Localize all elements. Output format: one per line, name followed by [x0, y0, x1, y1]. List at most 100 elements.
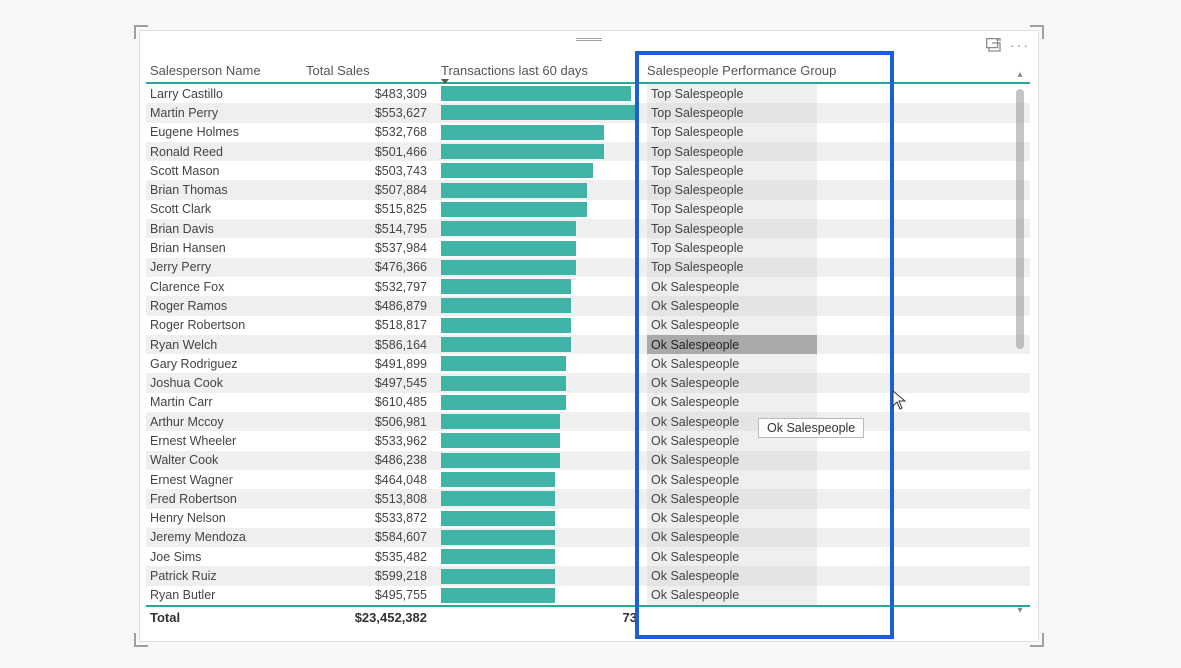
table-header-row: Salesperson Name Total Sales Transaction…: [146, 63, 1030, 84]
cell-transactions-bar: [441, 373, 641, 392]
scroll-down-icon[interactable]: ▾: [1016, 605, 1024, 613]
table-row[interactable]: Clarence Fox$532,797Ok Salespeople: [146, 277, 1030, 296]
table-row[interactable]: Larry Castillo$483,309Top Salespeople: [146, 84, 1030, 103]
cell-salesperson-name: Martin Carr: [146, 395, 306, 409]
table-visual[interactable]: ··· Salesperson Name Total Sales Transac…: [139, 30, 1039, 642]
resize-handle-tr[interactable]: [1030, 25, 1044, 39]
table-row[interactable]: Gary Rodriguez$491,899Ok Salespeople: [146, 354, 1030, 373]
cell-total-sales: $518,817: [306, 318, 441, 332]
focus-mode-icon[interactable]: [986, 38, 1002, 52]
cell-transactions-bar: [441, 528, 641, 547]
cell-salesperson-name: Larry Castillo: [146, 87, 306, 101]
cell-total-sales: $610,485: [306, 395, 441, 409]
more-options-icon[interactable]: ···: [1010, 37, 1030, 53]
cell-performance-group: Top Salespeople: [647, 219, 817, 238]
resize-handle-tl[interactable]: [134, 25, 148, 39]
cell-transactions-bar: [441, 123, 641, 142]
cell-transactions-bar: [441, 431, 641, 450]
table-row[interactable]: Ernest Wagner$464,048Ok Salespeople: [146, 470, 1030, 489]
table-row[interactable]: Brian Davis$514,795Top Salespeople: [146, 219, 1030, 238]
cell-transactions-bar: [441, 219, 641, 238]
col-header-sales[interactable]: Total Sales: [306, 63, 441, 78]
data-bar: [441, 549, 555, 564]
cell-salesperson-name: Arthur Mccoy: [146, 415, 306, 429]
cell-performance-group: Top Salespeople: [647, 180, 817, 199]
table-row[interactable]: Eugene Holmes$532,768Top Salespeople: [146, 123, 1030, 142]
table-row[interactable]: Ryan Butler$495,755Ok Salespeople: [146, 586, 1030, 605]
table-row[interactable]: Walter Cook$486,238Ok Salespeople: [146, 451, 1030, 470]
table-row[interactable]: Scott Clark$515,825Top Salespeople: [146, 200, 1030, 219]
table-row[interactable]: Joshua Cook$497,545 Ok Salespeople: [146, 373, 1030, 392]
data-bar: [441, 86, 631, 101]
data-bar: [441, 376, 566, 391]
data-bar: [441, 472, 555, 487]
cell-total-sales: $497,545: [306, 376, 441, 390]
table-row[interactable]: Roger Ramos$486,879Ok Salespeople: [146, 296, 1030, 315]
table-row[interactable]: Jeremy Mendoza$584,607Ok Salespeople: [146, 528, 1030, 547]
col-header-transactions[interactable]: Transactions last 60 days: [441, 63, 641, 78]
cell-tooltip: Ok Salespeople: [758, 418, 864, 438]
data-bar: [441, 356, 566, 371]
cell-total-sales: $513,808: [306, 492, 441, 506]
data-bar: [441, 530, 555, 545]
cell-performance-group: Ok Salespeople: [647, 509, 817, 528]
cell-transactions-bar: [441, 180, 641, 199]
cell-transactions-bar: [441, 316, 641, 335]
cell-total-sales: $486,879: [306, 299, 441, 313]
resize-handle-br[interactable]: [1030, 633, 1044, 647]
cell-total-sales: $491,899: [306, 357, 441, 371]
cell-total-sales: $535,482: [306, 550, 441, 564]
cell-salesperson-name: Ryan Butler: [146, 588, 306, 602]
cell-salesperson-name: Joshua Cook: [146, 376, 306, 390]
scroll-up-icon[interactable]: ▴: [1016, 69, 1024, 77]
visual-drag-handle[interactable]: [576, 37, 602, 43]
table-row[interactable]: Martin Perry$553,627Top Salespeople: [146, 103, 1030, 122]
resize-handle-bl[interactable]: [134, 633, 148, 647]
table-row[interactable]: Fred Robertson$513,808Ok Salespeople: [146, 489, 1030, 508]
table-row[interactable]: Brian Thomas$507,884Top Salespeople: [146, 180, 1030, 199]
table-row[interactable]: Joe Sims$535,482Ok Salespeople: [146, 547, 1030, 566]
data-bar: [441, 279, 571, 294]
vertical-scrollbar[interactable]: ▴ ▾: [1016, 69, 1024, 613]
cell-transactions-bar: [441, 393, 641, 412]
cell-total-sales: $464,048: [306, 473, 441, 487]
table-row[interactable]: Ernest Wheeler$533,962Ok Salespeople: [146, 431, 1030, 450]
cell-salesperson-name: Brian Hansen: [146, 241, 306, 255]
table-row[interactable]: Brian Hansen$537,984Top Salespeople: [146, 238, 1030, 257]
cell-transactions-bar: [441, 161, 641, 180]
cell-performance-group: Top Salespeople: [647, 123, 817, 142]
table-row[interactable]: Ronald Reed$501,466Top Salespeople: [146, 142, 1030, 161]
cell-salesperson-name: Fred Robertson: [146, 492, 306, 506]
cell-salesperson-name: Ernest Wagner: [146, 473, 306, 487]
table-row[interactable]: Arthur Mccoy$506,981Ok Salespeople: [146, 412, 1030, 431]
table-row[interactable]: Scott Mason$503,743Top Salespeople: [146, 161, 1030, 180]
table-row[interactable]: Henry Nelson$533,872Ok Salespeople: [146, 509, 1030, 528]
scroll-thumb[interactable]: [1016, 89, 1024, 349]
table-row[interactable]: Jerry Perry$476,366Top Salespeople: [146, 258, 1030, 277]
table-row[interactable]: Roger Robertson$518,817Ok Salespeople: [146, 316, 1030, 335]
col-header-group[interactable]: Salespeople Performance Group: [641, 63, 881, 78]
cell-total-sales: $483,309: [306, 87, 441, 101]
total-sales: $23,452,382: [306, 610, 441, 625]
cell-salesperson-name: Jerry Perry: [146, 260, 306, 274]
cell-performance-group: Ok Salespeople: [647, 373, 817, 392]
table-row[interactable]: Martin Carr$610,485Ok Salespeople: [146, 393, 1030, 412]
cell-total-sales: $584,607: [306, 530, 441, 544]
cell-transactions-bar: [441, 547, 641, 566]
cell-total-sales: $514,795: [306, 222, 441, 236]
cell-performance-group: Ok Salespeople: [647, 277, 817, 296]
cell-transactions-bar: [441, 566, 641, 585]
cell-total-sales: $537,984: [306, 241, 441, 255]
table-row[interactable]: Patrick Ruiz$599,218Ok Salespeople: [146, 566, 1030, 585]
table-row[interactable]: Ryan Welch$586,164Ok Salespeople: [146, 335, 1030, 354]
cell-performance-group: Top Salespeople: [647, 142, 817, 161]
cell-transactions-bar: [441, 200, 641, 219]
total-trans: 73: [441, 607, 641, 627]
table-body: Larry Castillo$483,309Top SalespeopleMar…: [146, 84, 1030, 605]
table-container: Salesperson Name Total Sales Transaction…: [146, 63, 1030, 635]
col-header-name[interactable]: Salesperson Name: [146, 63, 306, 78]
data-bar: [441, 318, 571, 333]
cell-salesperson-name: Joe Sims: [146, 550, 306, 564]
cell-performance-group: Ok Salespeople: [647, 354, 817, 373]
cell-salesperson-name: Eugene Holmes: [146, 125, 306, 139]
